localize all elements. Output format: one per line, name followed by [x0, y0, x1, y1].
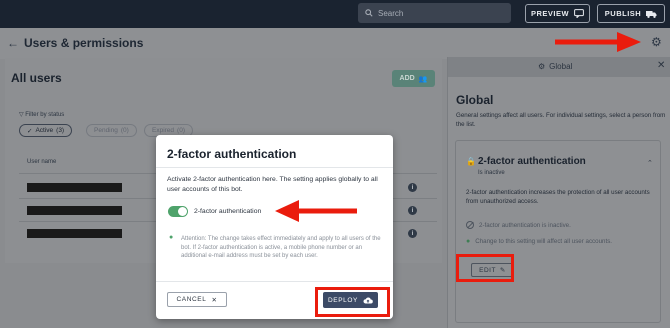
search-icon — [365, 9, 373, 17]
redacted-user-name — [27, 206, 122, 215]
chip-label: Pending — [94, 127, 118, 134]
chevron-up-icon[interactable]: ⌃ — [647, 159, 653, 167]
divider — [156, 281, 393, 282]
modal-title: 2-factor authentication — [167, 147, 297, 161]
cancel-button[interactable]: CANCEL ✕ — [167, 292, 227, 307]
deploy-highlight-box — [315, 287, 390, 317]
filter-chip-active[interactable]: ✓ Active (3) — [19, 124, 73, 137]
card-description: 2-factor authentication increases the pr… — [466, 189, 650, 205]
arrow-to-gear-icon — [555, 32, 641, 52]
two-factor-card: 🔒 2-factor authentication ⌃ Is inactive … — [455, 140, 661, 323]
global-settings-panel: ⚙ Global ✕ Global General settings affec… — [447, 57, 670, 328]
top-bar: Search PREVIEW PUBLISH — [0, 0, 670, 28]
inactive-note-text: 2-factor authentication is inactive. — [479, 221, 571, 229]
chat-icon — [574, 9, 584, 18]
cancel-label: CANCEL — [176, 296, 207, 303]
back-arrow-icon[interactable]: ← — [7, 36, 19, 50]
gear-icon: ⚙ — [538, 62, 546, 71]
modal-description: Activate 2-factor authentication here. T… — [167, 176, 378, 193]
chip-label: Expired — [152, 127, 175, 134]
chip-count: (3) — [56, 127, 65, 134]
add-label: ADD — [399, 75, 415, 82]
filter-icon: ▽ — [19, 112, 24, 118]
add-user-button[interactable]: ADD 👥 — [392, 70, 435, 87]
divider — [156, 167, 393, 168]
two-factor-toggle[interactable] — [168, 206, 188, 217]
status-text: Is inactive — [478, 170, 505, 176]
preview-label: PREVIEW — [530, 9, 570, 18]
card-title: 2-factor authentication — [478, 156, 586, 167]
lock-icon: 🔒 — [466, 157, 476, 166]
page-title: Users & permissions — [24, 36, 144, 50]
close-icon[interactable]: ✕ — [657, 60, 665, 71]
chip-label: Active — [35, 127, 54, 134]
close-icon: ✕ — [211, 296, 218, 304]
disabled-icon — [466, 221, 474, 229]
filter-label: ▽ Filter by status — [19, 111, 64, 118]
filter-chip-pending[interactable]: Pending (0) — [86, 124, 137, 137]
chip-count: (0) — [120, 127, 129, 134]
panel-title: Global — [456, 93, 494, 107]
info-icon[interactable]: i — [408, 183, 417, 192]
check-icon: ✓ — [27, 127, 33, 135]
search-placeholder: Search — [378, 8, 404, 18]
affect-note-text: Change to this setting will affect all u… — [475, 238, 613, 245]
affect-note: ● Change to this setting will affect all… — [466, 238, 612, 245]
tab-global-label: Global — [549, 62, 573, 71]
attention-text: Attention: The change takes effect immed… — [181, 236, 381, 259]
arrow-to-toggle-icon — [275, 200, 357, 222]
redacted-user-name — [27, 229, 122, 238]
inactive-note: 2-factor authentication is inactive. — [466, 221, 571, 229]
search-input[interactable]: Search — [358, 3, 511, 23]
pin-icon: ● — [466, 238, 471, 245]
redacted-user-name — [27, 183, 122, 192]
add-user-icon: 👥 — [418, 75, 428, 83]
edit-highlight-box — [456, 254, 514, 282]
users-title: All users — [11, 71, 62, 85]
truck-icon — [646, 10, 657, 18]
publish-label: PUBLISH — [604, 9, 642, 18]
filter-label-text: Filter by status — [25, 112, 65, 118]
info-icon[interactable]: i — [408, 206, 417, 215]
toggle-label: 2-factor authentication — [194, 208, 262, 215]
chip-count: (0) — [177, 127, 185, 134]
column-header-user: User name — [27, 159, 57, 165]
tab-global[interactable]: ⚙ Global ✕ — [448, 57, 670, 77]
info-icon[interactable]: i — [408, 229, 417, 238]
panel-description: General settings affect all users. For i… — [456, 112, 666, 128]
pin-icon: ● — [169, 234, 174, 241]
publish-button[interactable]: PUBLISH — [597, 4, 665, 23]
gear-icon[interactable]: ⚙ — [651, 35, 662, 49]
preview-button[interactable]: PREVIEW — [525, 4, 590, 23]
